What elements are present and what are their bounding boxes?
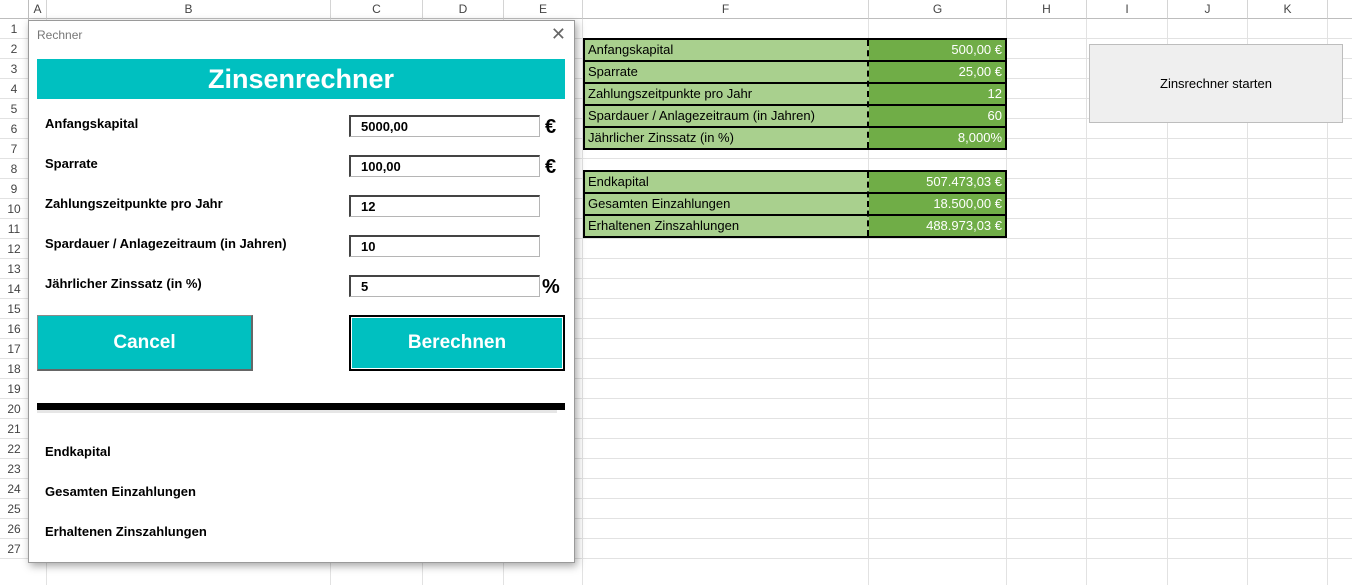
column-header-extra [1328, 0, 1352, 19]
row-header[interactable]: 21 [0, 419, 29, 439]
column-header-i[interactable]: I [1087, 0, 1168, 19]
payments-per-year-input[interactable] [349, 195, 540, 217]
column-grid-line [1086, 19, 1087, 585]
percent-unit: % [542, 276, 560, 298]
field-label-initial-capital: Anfangskapital [45, 116, 139, 131]
result-label-interest: Erhaltenen Zinszahlungen [45, 524, 207, 539]
row-header[interactable]: 13 [0, 259, 29, 279]
cancel-button[interactable]: Cancel [37, 315, 253, 371]
savings-rate-input[interactable] [349, 155, 540, 177]
table-cell-label[interactable]: Sparrate [585, 62, 869, 82]
row-header[interactable]: 15 [0, 299, 29, 319]
row-header[interactable]: 4 [0, 79, 29, 99]
row-header[interactable]: 14 [0, 279, 29, 299]
table-cell-label[interactable]: Anfangskapital [585, 40, 869, 60]
field-label-duration: Spardauer / Anlagezeitraum (in Jahren) [45, 236, 287, 251]
result-label-final-capital: Endkapital [45, 444, 111, 459]
dialog-title: Rechner [37, 28, 83, 42]
table-cell-label[interactable]: Erhaltenen Zinszahlungen [585, 216, 869, 236]
table-cell-label[interactable]: Gesamten Einzahlungen [585, 194, 869, 214]
calculator-banner: Zinsenrechner [37, 59, 565, 99]
column-divider [867, 172, 869, 236]
row-border [583, 126, 1007, 128]
column-header-g[interactable]: G [869, 0, 1007, 19]
row-header[interactable]: 24 [0, 479, 29, 499]
column-header-c[interactable]: C [331, 0, 423, 19]
row-header[interactable]: 8 [0, 159, 29, 179]
table-cell-value[interactable]: 12 [869, 84, 1005, 104]
table-cell-label[interactable]: Zahlungszeitpunkte pro Jahr [585, 84, 869, 104]
table-cell-value[interactable]: 500,00 € [869, 40, 1005, 60]
table-cell-label[interactable]: Endkapital [585, 172, 869, 192]
result-label-total-deposits: Gesamten Einzahlungen [45, 484, 196, 499]
row-header[interactable]: 12 [0, 239, 29, 259]
row-header[interactable]: 23 [0, 459, 29, 479]
row-header[interactable]: 19 [0, 379, 29, 399]
column-header-b[interactable]: B [47, 0, 331, 19]
row-border [583, 82, 1007, 84]
row-header[interactable]: 16 [0, 319, 29, 339]
initial-capital-input[interactable] [349, 115, 540, 137]
row-header[interactable]: 3 [0, 59, 29, 79]
column-header-h[interactable]: H [1007, 0, 1087, 19]
field-label-payments-per-year: Zahlungszeitpunkte pro Jahr [45, 196, 223, 211]
euro-unit: € [545, 116, 557, 138]
table-cell-value[interactable]: 25,00 € [869, 62, 1005, 82]
row-header[interactable]: 11 [0, 219, 29, 239]
row-header[interactable]: 7 [0, 139, 29, 159]
row-header[interactable]: 9 [0, 179, 29, 199]
row-header[interactable]: 25 [0, 499, 29, 519]
table-cell-value[interactable]: 507.473,03 € [869, 172, 1005, 192]
row-header[interactable]: 5 [0, 99, 29, 119]
row-header[interactable]: 20 [0, 399, 29, 419]
table-cell-value[interactable]: 8,000% [869, 128, 1005, 148]
table-cell-value[interactable]: 60 [869, 106, 1005, 126]
row-header[interactable]: 1 [0, 19, 29, 39]
row-header[interactable]: 17 [0, 339, 29, 359]
column-header-k[interactable]: K [1248, 0, 1328, 19]
column-header-j[interactable]: J [1168, 0, 1248, 19]
field-label-savings-rate: Sparrate [45, 156, 98, 171]
row-header[interactable]: 10 [0, 199, 29, 219]
row-header[interactable]: 6 [0, 119, 29, 139]
column-header-e[interactable]: E [504, 0, 583, 19]
row-border [583, 104, 1007, 106]
row-border [583, 60, 1007, 62]
row-header[interactable]: 18 [0, 359, 29, 379]
separator-shadow [37, 410, 557, 413]
row-header[interactable]: 22 [0, 439, 29, 459]
euro-unit: € [545, 156, 557, 178]
field-label-interest-rate: Jährlicher Zinssatz (in %) [45, 276, 202, 291]
interest-rate-input[interactable] [349, 275, 540, 297]
table-cell-value[interactable]: 18.500,00 € [869, 194, 1005, 214]
column-header-a[interactable]: A [29, 0, 47, 19]
select-all-corner[interactable] [0, 0, 29, 19]
table-cell-label[interactable]: Spardauer / Anlagezeitraum (in Jahren) [585, 106, 869, 126]
row-border [583, 192, 1007, 194]
column-header-f[interactable]: F [583, 0, 869, 19]
row-header[interactable]: 2 [0, 39, 29, 59]
column-header-d[interactable]: D [423, 0, 504, 19]
row-border [583, 214, 1007, 216]
table-cell-label[interactable]: Jährlicher Zinssatz (in %) [585, 128, 869, 148]
calculator-dialog: Rechner ✕ Zinsenrechner Anfangskapital €… [28, 20, 575, 563]
table-cell-value[interactable]: 488.973,03 € [869, 216, 1005, 236]
calculate-button[interactable]: Berechnen [349, 315, 565, 371]
start-calculator-button[interactable]: Zinsrechner starten [1089, 44, 1343, 123]
row-header[interactable]: 27 [0, 539, 29, 559]
separator-bar [37, 403, 565, 410]
close-icon[interactable]: ✕ [551, 24, 566, 44]
column-divider [867, 40, 869, 148]
duration-input[interactable] [349, 235, 540, 257]
row-header[interactable]: 26 [0, 519, 29, 539]
